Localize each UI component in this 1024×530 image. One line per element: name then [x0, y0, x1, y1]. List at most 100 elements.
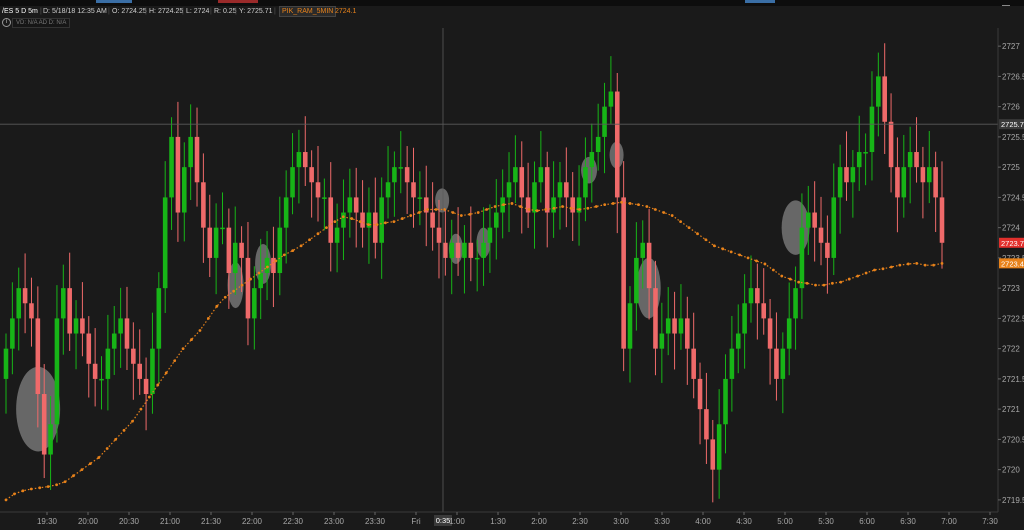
- symbol-label[interactable]: /ES 5 D 5m: [2, 6, 38, 17]
- candle-up: [181, 167, 187, 213]
- candle-up: [665, 318, 671, 334]
- y-tick-label: 2721: [1002, 405, 1020, 414]
- candle-down: [328, 197, 334, 243]
- candle-up: [595, 136, 601, 153]
- candle-up: [398, 167, 404, 169]
- x-tick-label: 7:00: [941, 517, 957, 526]
- moving-average-point: [898, 263, 902, 267]
- candle-down: [360, 212, 365, 228]
- low-label: L: 2724: [186, 8, 210, 15]
- x-tick-label: 21:30: [201, 517, 222, 526]
- candle-up: [111, 333, 117, 349]
- study-name-label[interactable]: PIK_RAM_5MIN: [279, 6, 337, 17]
- candle-down: [544, 167, 550, 213]
- candle-down: [519, 167, 525, 198]
- candle-up: [150, 348, 155, 395]
- crosshair-x-label: 0:35: [436, 516, 451, 525]
- moving-average-point: [350, 217, 354, 220]
- x-tick-label: 7:30: [982, 517, 998, 526]
- candle-up: [449, 242, 455, 258]
- minimize-icon[interactable]: [1002, 0, 1010, 6]
- candle-down: [373, 212, 378, 243]
- candle-down: [35, 318, 41, 395]
- moving-average-point: [755, 259, 758, 263]
- candle-up: [850, 167, 856, 183]
- candle-down: [812, 212, 817, 228]
- candle-down: [22, 288, 28, 304]
- candle-up: [538, 167, 544, 183]
- x-tick-label: 20:00: [78, 517, 99, 526]
- candle-down: [774, 348, 779, 379]
- candle-up: [805, 212, 811, 228]
- candle-up: [232, 242, 238, 274]
- x-tick-label: 2:30: [572, 517, 588, 526]
- candle-up: [602, 106, 607, 137]
- moving-average-point: [400, 217, 404, 220]
- candle-up: [487, 227, 493, 243]
- candle-down: [430, 212, 435, 228]
- y-tick-label: 2722: [1002, 345, 1020, 354]
- moving-average-point: [763, 262, 767, 266]
- candle-down: [137, 363, 143, 379]
- moving-average-point: [932, 263, 935, 267]
- candle-up: [3, 348, 9, 379]
- candle-up: [876, 76, 881, 107]
- candle-down: [309, 167, 314, 183]
- candle-down: [685, 318, 690, 349]
- candle-up: [729, 348, 735, 379]
- moving-average-point: [890, 265, 893, 269]
- y-tick-label: 2723: [1002, 284, 1020, 293]
- moving-average-point: [468, 212, 472, 216]
- x-tick-label: 1:30: [490, 517, 506, 526]
- price-chart[interactable]: 0:35 2719.5 2720 2720.5 2721 2721.5 2722 2722.…: [0, 28, 1024, 530]
- info-icon[interactable]: i: [2, 18, 11, 27]
- moving-average-point: [443, 208, 446, 211]
- moving-average-point: [164, 371, 168, 375]
- candle-up: [799, 227, 805, 289]
- candle-up: [608, 91, 614, 107]
- moving-average-point: [839, 280, 843, 284]
- candle-up: [780, 348, 786, 379]
- moving-average-point: [249, 277, 252, 281]
- candle-up: [334, 227, 340, 243]
- candle-down: [939, 197, 945, 243]
- candle-down: [844, 167, 849, 183]
- y-tick-label: 2726.5: [1002, 72, 1024, 81]
- candle-down: [411, 182, 416, 198]
- ma-tag-label: 2723.41: [1001, 259, 1024, 268]
- candle-up: [105, 348, 111, 379]
- moving-average-point: [535, 209, 539, 213]
- candle-down: [80, 318, 85, 334]
- open-label: O: 2724.25: [112, 8, 147, 15]
- moving-average-point: [13, 492, 16, 496]
- moving-average-point: [375, 223, 379, 227]
- moving-average-point: [409, 214, 413, 217]
- moving-average-point: [552, 206, 556, 210]
- moving-average-point: [232, 289, 236, 293]
- moving-average-point: [569, 206, 573, 210]
- moving-average-point: [805, 281, 809, 285]
- candle-up: [640, 242, 646, 258]
- candle-down: [468, 242, 474, 258]
- y-value-label: Y: 2725.71: [239, 8, 273, 15]
- moving-average-point: [923, 263, 927, 267]
- moving-average-point: [864, 271, 868, 275]
- y-tick-label: 2724.5: [1002, 193, 1024, 202]
- moving-average-point: [299, 244, 303, 248]
- candle-down: [92, 363, 98, 379]
- candle-up: [926, 167, 932, 183]
- candle-down: [302, 152, 308, 168]
- candle-up: [252, 288, 257, 319]
- toolbar-marker: [218, 0, 258, 3]
- moving-average-point: [139, 407, 143, 411]
- candle-down: [315, 182, 321, 198]
- candle-down: [124, 318, 130, 349]
- moving-average-point: [451, 211, 455, 214]
- candle-up: [837, 167, 843, 198]
- x-tick-label: 19:30: [37, 517, 58, 526]
- x-tick-label: 3:00: [613, 517, 629, 526]
- x-tick-label: 22:30: [283, 517, 304, 526]
- last-price-tag-label: 2723.75: [1001, 239, 1024, 248]
- moving-average-point: [788, 277, 792, 281]
- y-axis: 2719.5 2720 2720.5 2721 2721.5 2722 2722.5 2723…: [997, 28, 1024, 530]
